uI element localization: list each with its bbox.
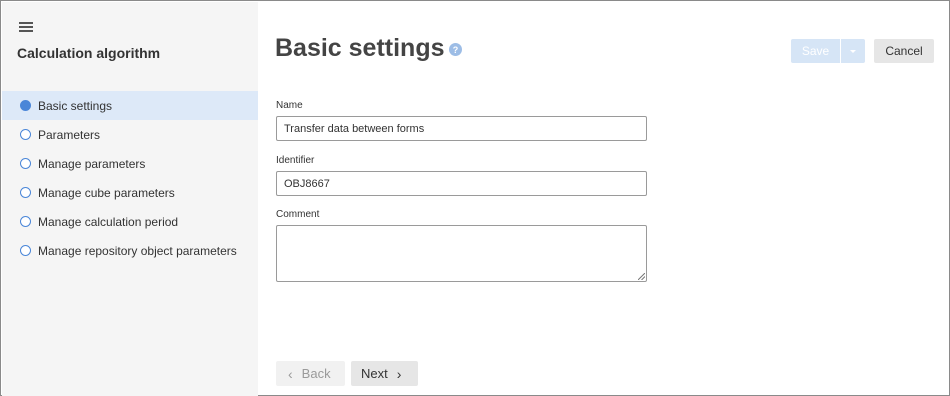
step-label: Manage parameters	[38, 156, 146, 171]
name-label: Name	[276, 100, 303, 111]
menu-line	[19, 26, 33, 28]
menu-line	[19, 30, 33, 32]
step-manage-repository-object-parameters[interactable]: Manage repository object parameters	[2, 236, 258, 265]
page-title: Basic settings	[275, 34, 445, 62]
step-label: Manage repository object parameters	[38, 243, 237, 258]
caret-down-icon	[850, 49, 856, 53]
identifier-label: Identifier	[276, 155, 315, 166]
radio-empty-icon	[20, 245, 31, 256]
comment-label: Comment	[276, 209, 320, 220]
step-label: Manage calculation period	[38, 214, 179, 229]
radio-empty-icon	[20, 187, 31, 198]
back-button[interactable]: ‹ Back	[276, 361, 345, 386]
cancel-button[interactable]: Cancel	[874, 39, 934, 63]
step-parameters[interactable]: Parameters	[2, 120, 258, 149]
menu-line	[19, 22, 33, 24]
wizard-window: Calculation algorithm Basic settings Par…	[0, 0, 950, 396]
sidebar-title: Calculation algorithm	[17, 45, 161, 61]
step-basic-settings[interactable]: Basic settings	[2, 91, 258, 120]
radio-empty-icon	[20, 158, 31, 169]
step-label: Basic settings	[38, 98, 113, 113]
radio-empty-icon	[20, 129, 31, 140]
step-label: Manage cube parameters	[38, 185, 175, 200]
back-label: Back	[301, 366, 331, 381]
radio-selected-icon	[20, 100, 31, 111]
wizard-steps: Basic settings Parameters Manage paramet…	[2, 91, 258, 265]
chevron-right-icon: ›	[396, 365, 402, 382]
comment-textarea[interactable]	[276, 225, 647, 282]
step-manage-calculation-period[interactable]: Manage calculation period	[2, 207, 258, 236]
step-manage-parameters[interactable]: Manage parameters	[2, 149, 258, 178]
step-label: Parameters	[38, 127, 101, 142]
sidebar: Calculation algorithm Basic settings Par…	[2, 2, 258, 396]
main-panel: Basic settings ? Save Cancel Name Identi…	[258, 2, 948, 394]
save-dropdown-button[interactable]	[840, 39, 865, 63]
chevron-left-icon: ‹	[288, 365, 293, 382]
resize-grip-icon[interactable]	[638, 273, 645, 280]
identifier-input[interactable]	[276, 171, 647, 196]
next-button[interactable]: Next ›	[351, 361, 418, 386]
save-button[interactable]: Save	[791, 39, 840, 63]
next-label: Next	[361, 366, 388, 381]
hamburger-menu-icon[interactable]	[19, 21, 35, 34]
save-button-group: Save	[791, 39, 865, 63]
help-icon[interactable]: ?	[449, 43, 462, 56]
name-input[interactable]	[276, 116, 647, 141]
step-manage-cube-parameters[interactable]: Manage cube parameters	[2, 178, 258, 207]
radio-empty-icon	[20, 216, 31, 227]
